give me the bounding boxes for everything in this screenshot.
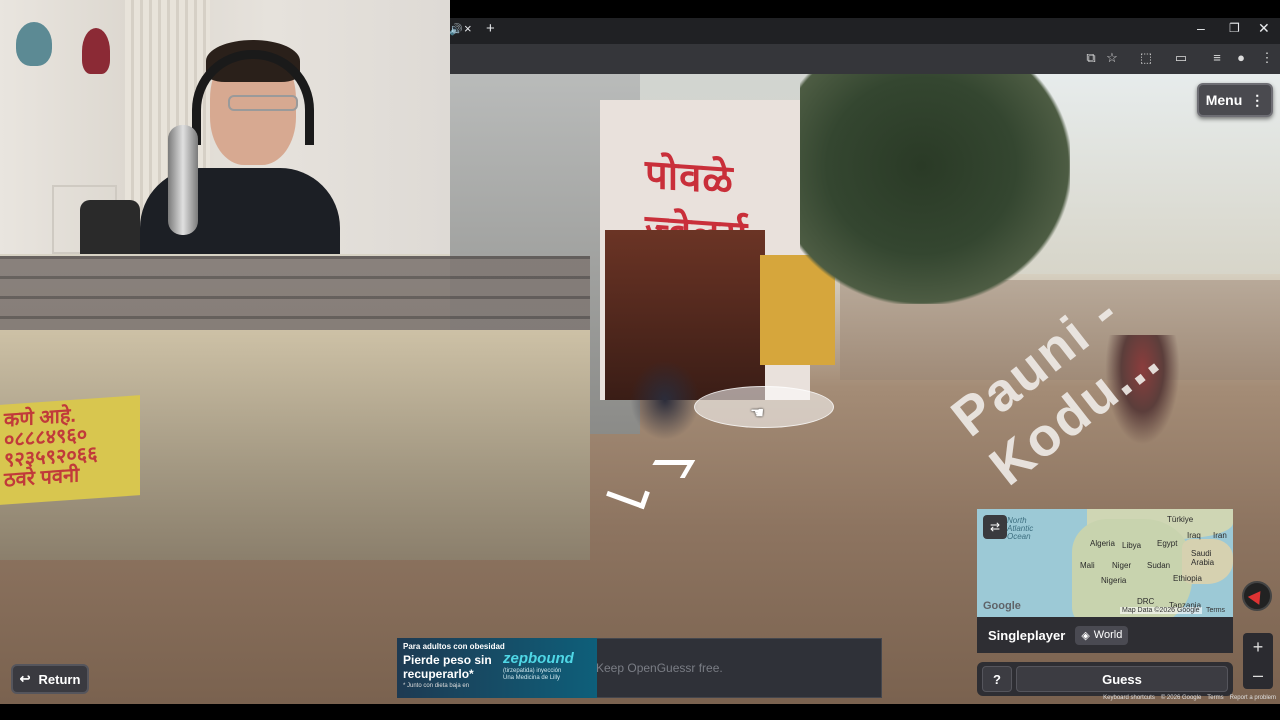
map-label: DRC — [1137, 597, 1155, 606]
more-vertical-icon: ⋮ — [1250, 91, 1265, 108]
map-label: Iraq — [1187, 531, 1201, 540]
map-label: Sudan — [1147, 561, 1171, 570]
map-label: Iran — [1213, 531, 1227, 540]
compass-needle-icon — [1247, 587, 1267, 605]
map-label: Egypt — [1157, 539, 1178, 548]
map-label: Libya — [1122, 541, 1142, 550]
ad-footnote: * Junto con dieta baja en — [403, 683, 470, 689]
map-label: Nigeria — [1101, 576, 1127, 585]
report-problem-link[interactable]: Report a problem — [1230, 695, 1276, 701]
shop-sign: पोवळे ज्वेलर्स — [645, 150, 748, 259]
title-strip — [450, 0, 1280, 18]
map-label: Niger — [1112, 561, 1132, 570]
zoom-in-button[interactable]: + — [1243, 633, 1273, 661]
compass[interactable] — [1242, 581, 1272, 611]
tree — [800, 74, 1070, 304]
more-icon[interactable]: ⋮ — [1258, 50, 1276, 66]
footer-links: Keyboard shortcuts © 2026 Google Terms R… — [1103, 695, 1276, 701]
fence — [0, 256, 590, 336]
window-minimize-button[interactable]: – — [1197, 20, 1205, 36]
map-label: Mali — [1080, 561, 1095, 570]
mode-label: Singleplayer — [988, 627, 1066, 643]
help-button[interactable]: ? — [982, 666, 1012, 692]
game-mode-bar: Singleplayer ◈ World — [977, 617, 1233, 653]
menu-label: Menu — [1205, 92, 1243, 108]
zoom-control: + – — [1243, 633, 1273, 689]
webcam-overlay — [0, 0, 450, 254]
gaming-chair — [80, 200, 140, 254]
wall-sign: कणे आहे. ०८८८४९६० ९२३५९२०६६ ठवरे पवनी — [0, 395, 140, 505]
tab-audio-icon[interactable]: 🔊 — [449, 23, 463, 36]
footer-bar — [0, 704, 1280, 720]
menu-button[interactable]: Menu ⋮ — [1197, 83, 1273, 117]
tab-bar — [450, 18, 1280, 44]
guess-button[interactable]: Guess — [1016, 666, 1228, 692]
copyright-text: © 2026 Google — [1160, 695, 1202, 701]
cast-icon[interactable]: ▭ — [1172, 50, 1190, 66]
map-settings-icon[interactable]: ⇄ — [983, 515, 1007, 539]
map-badge[interactable]: ◈ World — [1075, 625, 1129, 645]
terms-link[interactable]: Terms — [1207, 695, 1223, 701]
map-label: North Atlantic Ocean — [1007, 516, 1034, 541]
screen: पोवळे ज्वेलर्स कणे आहे. ०८८८४९६० ९२३५९२०… — [0, 0, 1280, 720]
cap-red — [82, 28, 110, 74]
streamer — [140, 40, 340, 254]
return-button[interactable]: ↩ Return — [11, 664, 89, 694]
map-name: World — [1093, 629, 1123, 641]
nav-arrow-back-icon[interactable] — [606, 478, 650, 510]
zoom-out-button[interactable]: – — [1243, 661, 1273, 689]
layers-icon: ◈ — [1081, 629, 1090, 642]
map-attribution: Map Data ©2026 Google — [1120, 607, 1202, 614]
ad-brand-logo: zepbound — [503, 650, 574, 667]
new-tab-button[interactable]: + — [486, 20, 495, 37]
return-label: Return — [38, 671, 81, 687]
profile-icon[interactable]: ● — [1232, 50, 1250, 65]
hand-cursor-icon: ☚ — [750, 405, 765, 422]
tab-close-icon[interactable]: × — [464, 21, 472, 36]
star-icon[interactable]: ☆ — [1103, 50, 1121, 66]
nav-arrow-forward-icon[interactable] — [644, 460, 696, 478]
media-icon[interactable]: ≡ — [1208, 50, 1226, 65]
ad-overlay-text: Keep OpenGuessr free. — [596, 661, 723, 675]
window-close-button[interactable]: ✕ — [1258, 20, 1270, 37]
ad-brand-maker: Una Medicina de Lilly — [503, 675, 561, 681]
translate-icon[interactable]: ⧉ — [1082, 50, 1100, 66]
map-label: Ethiopia — [1173, 574, 1202, 583]
return-arrow-icon: ↩ — [19, 671, 31, 686]
keyboard-shortcuts-link[interactable]: Keyboard shortcuts — [1103, 695, 1155, 701]
address-bar[interactable] — [450, 44, 1280, 74]
map-label: Türkiye — [1167, 515, 1194, 524]
ad-brand-sub: (tirzepatida) inyección Una Medicina de … — [503, 668, 593, 682]
cap-teal — [16, 22, 52, 66]
window-maximize-button[interactable]: ❐ — [1229, 21, 1240, 35]
map-label: Saudi Arabia — [1191, 549, 1215, 567]
google-logo: Google — [983, 600, 1021, 612]
extensions-icon[interactable]: ⬚ — [1137, 50, 1155, 66]
ad-headline: Pierde peso sin recuperarlo* — [403, 653, 492, 681]
microphone — [168, 125, 198, 235]
parked-motorbike — [630, 360, 700, 440]
map-terms-link[interactable]: Terms — [1206, 607, 1225, 614]
map-label: Algeria — [1090, 539, 1115, 548]
ad-brand-sub-line: (tirzepatida) inyección — [503, 668, 562, 674]
